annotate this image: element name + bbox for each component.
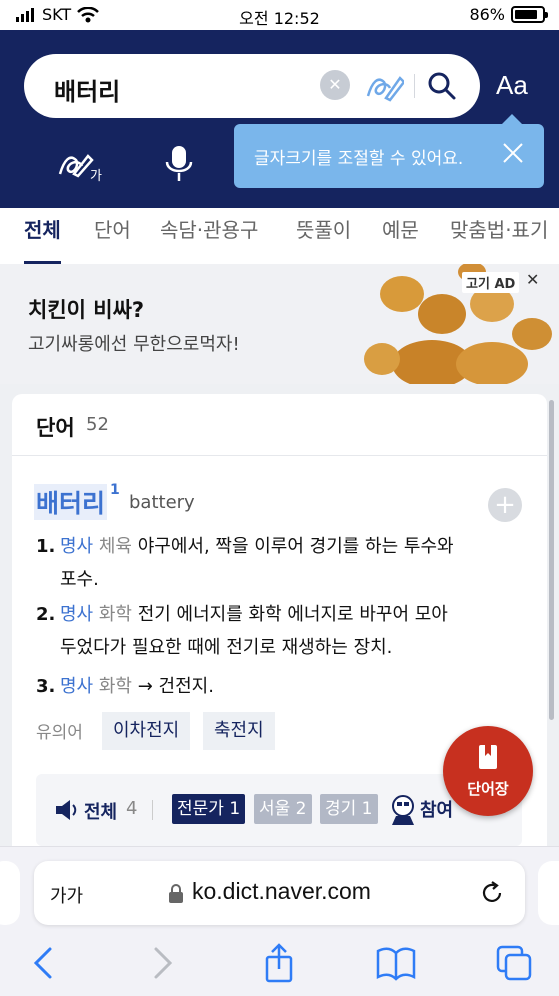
- address-bar[interactable]: 가가 ko.dict.naver.com: [34, 861, 525, 925]
- section-count: 52: [86, 414, 109, 435]
- search-box[interactable]: 배터리 ✕: [24, 54, 480, 118]
- add-to-wordbook-button[interactable]: +: [488, 488, 522, 522]
- ad-badge: 고기 AD: [462, 272, 520, 293]
- source-chip-seoul[interactable]: 서울 2: [254, 794, 312, 824]
- definition-text[interactable]: → 건전지.: [138, 676, 214, 697]
- microphone-icon[interactable]: [162, 144, 196, 184]
- reload-icon[interactable]: [478, 879, 506, 907]
- prev-tab-peek[interactable]: [0, 861, 20, 925]
- scrollbar[interactable]: [549, 400, 554, 720]
- mascot-icon: [392, 795, 414, 825]
- ad-banner[interactable]: 치킨이 비싸? 고기싸롱에선 무한으로먹자! 고기 AD ✕: [0, 264, 559, 384]
- field-label: 체육: [98, 536, 132, 557]
- text-size-button[interactable]: 가가: [50, 882, 83, 908]
- share-icon[interactable]: [259, 943, 299, 983]
- ad-headline: 치킨이 비싸?: [28, 298, 145, 322]
- font-size-button[interactable]: Aa: [496, 70, 528, 101]
- svg-text:가: 가: [90, 169, 102, 184]
- synonym-chip[interactable]: 이차전지: [102, 712, 191, 750]
- field-label: 화학: [98, 676, 132, 697]
- tab-spelling[interactable]: 맞춤법·표기: [450, 214, 548, 264]
- definition-text: 전기 에너지를 화학 에너지로 바꾸어 모아: [137, 604, 448, 625]
- back-icon[interactable]: [24, 943, 64, 983]
- definition-number: 3.: [36, 676, 56, 697]
- url-domain[interactable]: ko.dict.naver.com: [192, 878, 371, 905]
- entry-word-link[interactable]: 배터리: [34, 484, 108, 520]
- definition-text: 야구에서, 짝을 이루어 경기를 하는 투수와: [137, 536, 454, 557]
- definition-text-cont: 포수.: [60, 569, 99, 590]
- field-label: 화학: [98, 604, 132, 625]
- tab-all[interactable]: 전체: [24, 214, 61, 264]
- bookmark-icon: [479, 745, 497, 769]
- tooltip-message: 글자크기를 조절할 수 있어요.: [254, 149, 464, 169]
- ad-close-icon[interactable]: ✕: [526, 270, 539, 289]
- handwriting-input-icon[interactable]: 가: [56, 144, 106, 184]
- synonym-label: 유의어: [36, 723, 83, 743]
- sources-all-label[interactable]: 전체: [84, 798, 117, 824]
- synonym-chip[interactable]: 축전지: [203, 712, 275, 750]
- search-input[interactable]: 배터리: [54, 72, 120, 107]
- search-divider: [414, 74, 415, 98]
- status-right: 86%: [469, 5, 548, 24]
- definition-number: 1.: [36, 536, 56, 557]
- tab-idiom[interactable]: 속담·관용구: [160, 214, 258, 264]
- vocab-book-label: 단어장: [467, 780, 509, 798]
- close-icon[interactable]: [502, 142, 524, 164]
- tab-word[interactable]: 단어: [94, 214, 131, 264]
- ad-subline: 고기싸롱에선 무한으로먹자!: [28, 334, 240, 355]
- definition-1: 1. 명사 체육 야구에서, 짝을 이루어 경기를 하는 투수와 포수.: [36, 530, 526, 596]
- word-section-header[interactable]: 단어 52: [12, 394, 547, 456]
- vocab-book-button[interactable]: 단어장: [443, 726, 533, 816]
- bookmarks-icon[interactable]: [376, 943, 416, 983]
- result-tabs: 전체 단어 속담·관용구 뜻풀이 예문 맞춤법·표기: [0, 208, 559, 264]
- join-button[interactable]: 참여: [420, 796, 453, 822]
- status-bar: SKT 오전 12:52 86%: [0, 0, 559, 30]
- definition-number: 2.: [36, 604, 56, 625]
- handwriting-icon[interactable]: [364, 68, 404, 104]
- definition-2: 2. 명사 화학 전기 에너지를 화학 에너지로 바꾸어 모아 두었다가 필요한 …: [36, 598, 526, 664]
- speaker-icon[interactable]: [54, 799, 80, 821]
- search-icon[interactable]: [424, 68, 460, 104]
- browser-toolbar: 가가 ko.dict.naver.com: [0, 846, 559, 996]
- clear-search-button[interactable]: ✕: [320, 70, 350, 100]
- sources-all-count: 4: [126, 798, 138, 819]
- tab-example[interactable]: 예문: [382, 214, 419, 264]
- forward-icon[interactable]: [142, 943, 182, 983]
- source-chip-gyeonggi[interactable]: 경기 1: [320, 794, 378, 824]
- definition-text-cont: 두었다가 필요한 때에 전기로 재생하는 장치.: [60, 637, 393, 658]
- lock-icon: [169, 884, 183, 903]
- source-chip-expert[interactable]: 전문가 1: [172, 794, 246, 824]
- tab-meaning[interactable]: 뜻풀이: [296, 214, 351, 264]
- part-of-speech: 명사: [60, 604, 94, 625]
- homonym-number: 1: [110, 482, 120, 498]
- section-title: 단어: [36, 416, 75, 440]
- font-size-tooltip: 글자크기를 조절할 수 있어요.: [234, 114, 544, 188]
- sources-divider: [152, 800, 153, 820]
- part-of-speech: 명사: [60, 676, 94, 697]
- tabs-icon[interactable]: [494, 943, 534, 983]
- part-of-speech: 명사: [60, 536, 94, 557]
- battery-icon: [511, 6, 548, 23]
- definition-3: 3. 명사 화학 → 건전지.: [36, 670, 526, 703]
- next-tab-peek[interactable]: [538, 861, 559, 925]
- original-word: battery: [129, 492, 195, 513]
- battery-percent: 86%: [469, 5, 505, 24]
